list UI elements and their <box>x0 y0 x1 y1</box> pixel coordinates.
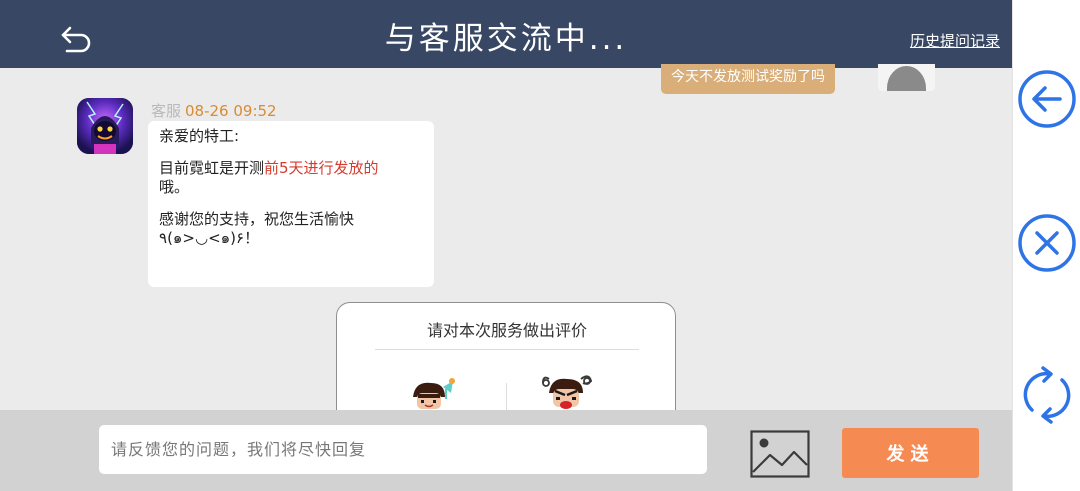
input-bar: 发送 <box>0 410 1012 491</box>
circle-close-icon <box>1018 214 1076 272</box>
image-icon <box>750 430 810 478</box>
rate-unsatisfied-button[interactable] <box>537 373 597 415</box>
page-title: 与客服交流中... <box>384 21 628 57</box>
angry-character-icon <box>542 375 593 409</box>
back-button[interactable] <box>58 20 98 54</box>
send-button[interactable]: 发送 <box>842 428 979 478</box>
agent-closing: 感谢您的支持，祝您生活愉快 ٩(๑>◡<๑)۶！ <box>159 210 355 247</box>
image-upload-button[interactable] <box>750 430 810 478</box>
rating-title: 请对本次服务做出评价 <box>426 321 587 340</box>
agent-meta: 客服 08-26 09:52 <box>151 100 277 121</box>
divider <box>375 349 639 350</box>
undo-arrow-icon <box>61 26 91 53</box>
agent-avatar <box>77 98 133 154</box>
highlight-text: 前5天进行发放的 <box>264 159 379 177</box>
chat-panel: 与客服交流中... 历史提问记录 今天不发放测试奖励了吗 客服 08-26 09… <box>0 0 1012 491</box>
message-input[interactable] <box>99 425 707 474</box>
refresh-icon <box>1023 366 1071 424</box>
agent-name: 客服 <box>151 102 182 120</box>
user-avatar <box>878 64 935 91</box>
message-timestamp: 08-26 09:52 <box>185 102 277 120</box>
side-close-button[interactable] <box>1016 212 1078 274</box>
agent-message-bubble: 亲爱的特工: 目前霓虹是开测前5天进行发放的 哦。 感谢您的支持，祝您生活愉快 ٩(… <box>148 121 434 287</box>
side-panel <box>1012 0 1080 491</box>
circle-arrow-left-icon <box>1018 70 1076 128</box>
user-message-bubble: 今天不发放测试奖励了吗 <box>661 64 835 94</box>
history-link[interactable]: 历史提问记录 <box>910 30 1000 51</box>
rate-satisfied-button[interactable] <box>405 375 465 415</box>
agent-greeting: 亲爱的特工: <box>159 127 240 145</box>
side-refresh-button[interactable] <box>1016 364 1078 426</box>
agent-body: 目前霓虹是开测前5天进行发放的 哦。 <box>159 159 379 196</box>
side-back-button[interactable] <box>1016 68 1078 130</box>
header-bar: 与客服交流中... 历史提问记录 <box>0 0 1012 68</box>
happy-character-icon <box>413 378 455 409</box>
